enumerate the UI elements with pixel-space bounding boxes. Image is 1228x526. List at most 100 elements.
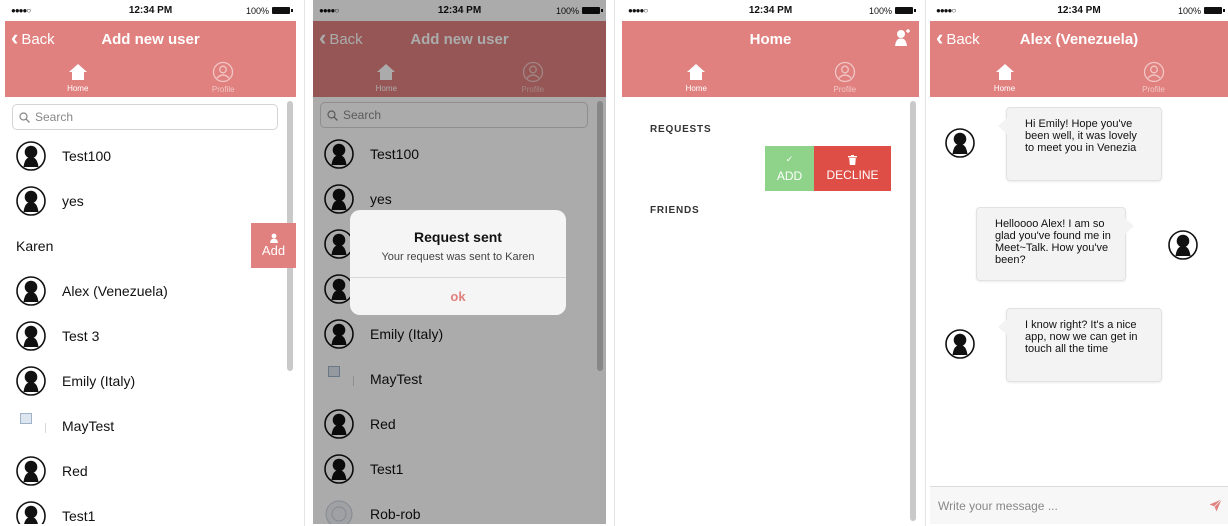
list-item[interactable]: Emily (Italy) [5, 358, 296, 403]
message-bubble-received: Hi Emily! Hope you've been well, it was … [998, 107, 1162, 181]
back-button[interactable]: ‹ Back [11, 21, 55, 57]
avatar-icon [16, 140, 46, 171]
avatar-icon [1168, 230, 1198, 260]
chevron-left-icon: ‹ [936, 24, 944, 50]
divider [304, 0, 305, 526]
avatar-icon [945, 329, 975, 359]
status-bar: ●●●●○ 12:34 PM 100% [930, 0, 1228, 21]
chat-screen: ●●●●○ 12:34 PM 100% ‹ Back Alex (Venezuel… [930, 0, 1228, 524]
alert-title: Request sent [414, 229, 502, 245]
message-bubble-received: I know right? It's a nice app, now we ca… [998, 308, 1162, 382]
divider [925, 0, 926, 526]
list-item[interactable]: Red [5, 448, 296, 493]
add-user-icon [269, 233, 278, 243]
home-icon [68, 63, 87, 80]
request-sent-alert: Request sent Your request was sent to Ka… [350, 210, 566, 315]
tab-home[interactable]: Home [930, 57, 1079, 97]
home-icon [687, 63, 706, 80]
search-input[interactable] [35, 110, 235, 124]
list-item[interactable]: Test1 [5, 493, 296, 524]
user-name: Test 3 [62, 327, 100, 344]
status-bar: ●●●●○ 12:34 PM 100% [5, 0, 296, 21]
profile-icon [213, 61, 234, 82]
user-name: Test100 [62, 147, 112, 164]
nav-bar: Home [622, 21, 919, 57]
profile-icon [1143, 61, 1164, 82]
signal-indicator: ●●●●○ [936, 6, 956, 15]
avatar-icon [16, 185, 46, 216]
avatar-icon [16, 320, 46, 351]
home-screen: ●●●●○ 12:34 PM 100% Home Home Profile RE… [622, 0, 919, 524]
tab-home-label: Home [685, 83, 707, 93]
user-list: Test100 yes Karen Add Alex (Venezuela) T… [5, 133, 296, 524]
tab-bar: Home Profile [622, 57, 919, 97]
user-name: Red [62, 462, 88, 479]
message-list: Hi Emily! Hope you've been well, it was … [930, 97, 1228, 482]
requests-heading: REQUESTS [650, 124, 712, 135]
signal-indicator: ●●●●○ [11, 6, 31, 15]
list-item[interactable]: Test 3 [5, 313, 296, 358]
status-bar: ●●●●○ 12:34 PM 100% [622, 0, 919, 21]
ok-button[interactable]: ok [350, 278, 566, 315]
avatar-icon [16, 500, 46, 524]
decline-request-button[interactable]: DECLINE [814, 146, 891, 191]
add-button-label: Add [261, 243, 286, 258]
tab-home-label: Home [993, 83, 1016, 93]
user-name: Test1 [62, 507, 96, 524]
message-composer [930, 486, 1228, 524]
home-panel: REQUESTS ✓ ADD DECLINE FRIENDS [622, 97, 919, 524]
back-label: Back [21, 30, 55, 48]
broken-image-icon [16, 411, 46, 441]
battery-icon [272, 7, 293, 14]
send-icon[interactable] [1209, 499, 1222, 512]
user-name: MayTest [62, 417, 115, 434]
back-label: Back [946, 30, 980, 48]
add-user-icon[interactable] [893, 29, 911, 47]
tab-profile[interactable]: Profile [771, 57, 920, 97]
list-item[interactable]: yes [5, 178, 296, 223]
chevron-left-icon: ‹ [11, 24, 19, 50]
list-item[interactable]: Alex (Venezuela) [5, 268, 296, 313]
add-button[interactable]: Add [251, 223, 296, 268]
battery-icon [895, 7, 916, 14]
avatar-icon [945, 128, 975, 158]
tab-profile[interactable]: Profile [1079, 57, 1228, 97]
tab-bar: Home Profile [930, 57, 1228, 97]
request-sent-screen: ●●●●○ 12:34 PM 100% ‹ Back Add new user H… [313, 0, 606, 524]
decline-label: DECLINE [826, 168, 879, 182]
user-list-panel: Test100 yes Karen Add Alex (Venezuela) T… [5, 97, 296, 524]
page-title: Home [749, 30, 792, 48]
accept-request-button[interactable]: ✓ ADD [765, 146, 814, 191]
list-item[interactable]: Test100 [5, 133, 296, 178]
add-user-screen: ●●●●○ 12:34 PM 100% ‹ Back Add new user H… [5, 0, 296, 524]
accept-label: ADD [776, 169, 803, 183]
user-name: Alex (Venezuela) [62, 282, 168, 299]
profile-icon [834, 61, 855, 82]
tab-profile-label: Profile [1142, 84, 1165, 94]
back-button[interactable]: ‹ Back [936, 21, 980, 57]
tab-home[interactable]: Home [622, 57, 771, 97]
nav-bar: ‹ Back Add new user [5, 21, 296, 57]
nav-bar: ‹ Back Alex (Venezuela) [930, 21, 1228, 57]
trash-icon [848, 155, 857, 165]
search-bar[interactable] [12, 104, 278, 130]
user-name: yes [62, 192, 84, 209]
battery-percent: 100% [245, 5, 269, 16]
list-item[interactable]: MayTest [5, 403, 296, 448]
signal-indicator: ●●●●○ [628, 6, 648, 15]
user-name: Emily (Italy) [62, 372, 136, 389]
alert-message: Your request was sent to Karen [381, 251, 535, 263]
tab-profile[interactable]: Profile [151, 57, 297, 97]
battery-percent: 100% [868, 5, 892, 16]
tab-home-label: Home [67, 83, 89, 93]
friends-heading: FRIENDS [650, 205, 700, 216]
home-icon [995, 63, 1014, 80]
message-input[interactable] [936, 497, 1209, 514]
user-name: Karen [16, 237, 54, 254]
tab-home[interactable]: Home [5, 57, 151, 97]
avatar-icon [16, 365, 46, 396]
list-item-swiped[interactable]: Karen Add [5, 223, 296, 268]
avatar-icon [16, 275, 46, 306]
tab-bar: Home Profile [5, 57, 296, 97]
scrollbar[interactable] [910, 101, 916, 521]
